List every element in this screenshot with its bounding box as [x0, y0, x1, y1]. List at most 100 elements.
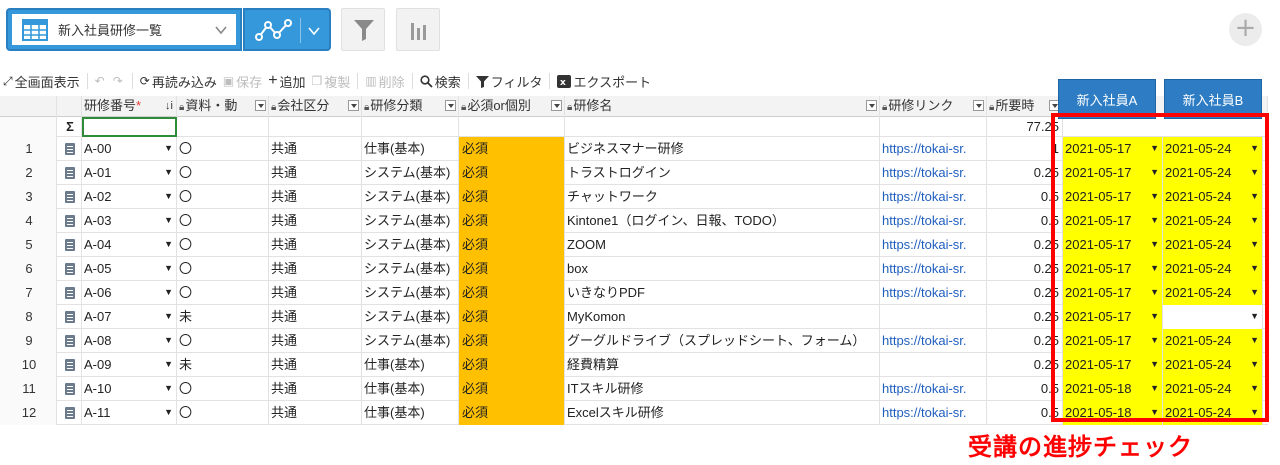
document-icon[interactable]: [65, 407, 75, 419]
cell-name[interactable]: box: [565, 257, 880, 281]
cell-name[interactable]: チャットワーク: [565, 185, 880, 209]
cell-id[interactable]: A-10 ▼: [82, 377, 177, 401]
cell-material[interactable]: 〇: [177, 281, 269, 305]
document-icon[interactable]: [65, 191, 75, 203]
view-selector[interactable]: 新入社員研修一覧: [6, 8, 242, 51]
cell-material[interactable]: 〇: [177, 233, 269, 257]
cell-link[interactable]: https://tokai-sr.: [880, 377, 987, 401]
search-button[interactable]: 検索: [417, 72, 464, 91]
cell-id[interactable]: A-09 ▼: [82, 353, 177, 377]
cell-id[interactable]: A-01 ▼: [82, 161, 177, 185]
cell-material[interactable]: 〇: [177, 209, 269, 233]
dropdown-arrow-icon[interactable]: ▼: [164, 161, 173, 184]
dropdown-arrow-icon[interactable]: ▼: [164, 401, 173, 424]
column-dropdown[interactable]: [348, 100, 359, 111]
cell-id[interactable]: A-08 ▼: [82, 329, 177, 353]
column-dropdown[interactable]: [445, 100, 456, 111]
document-icon[interactable]: [65, 359, 75, 371]
cell-name[interactable]: ビジネスマナー研修: [565, 137, 880, 161]
row-detail-cell[interactable]: [57, 137, 82, 161]
delete-button[interactable]: ▥ 削除: [362, 72, 407, 91]
cell-link[interactable]: https://tokai-sr.: [880, 329, 987, 353]
dropdown-arrow-icon[interactable]: ▼: [164, 137, 173, 160]
column-header-name[interactable]: 🔒︎研修名: [565, 96, 880, 117]
document-icon[interactable]: [65, 143, 75, 155]
graph-view-button[interactable]: [243, 8, 331, 51]
cell-link[interactable]: https://tokai-sr.: [880, 233, 987, 257]
column-header-id[interactable]: 研修番号* ↓i: [82, 96, 177, 117]
dropdown-arrow-icon[interactable]: ▼: [164, 209, 173, 232]
dropdown-arrow-icon[interactable]: ▼: [164, 185, 173, 208]
document-icon[interactable]: [65, 215, 75, 227]
export-button[interactable]: x エクスポート: [554, 72, 654, 91]
column-dropdown[interactable]: [866, 100, 877, 111]
cell-material[interactable]: 〇: [177, 185, 269, 209]
cell-link[interactable]: https://tokai-sr.: [880, 257, 987, 281]
document-icon[interactable]: [65, 239, 75, 251]
column-dropdown[interactable]: [551, 100, 562, 111]
cell-id[interactable]: A-05 ▼: [82, 257, 177, 281]
document-icon[interactable]: [65, 311, 75, 323]
chart-button[interactable]: [396, 8, 440, 51]
cell-id[interactable]: A-07 ▼: [82, 305, 177, 329]
cell-link[interactable]: https://tokai-sr.: [880, 281, 987, 305]
cell-name[interactable]: MyKomon: [565, 305, 880, 329]
document-icon[interactable]: [65, 383, 75, 395]
column-header-division[interactable]: 🔒︎会社区分: [269, 96, 362, 117]
plus-icon[interactable]: +: [1229, 13, 1262, 46]
column-header-link[interactable]: 🔒︎研修リンク: [880, 96, 987, 117]
fullscreen-button[interactable]: ⤢ 全画面表示: [0, 72, 83, 91]
dropdown-arrow-icon[interactable]: ▼: [164, 233, 173, 256]
cell-link[interactable]: [880, 305, 987, 329]
dropdown-arrow-icon[interactable]: ▼: [164, 329, 173, 352]
row-detail-cell[interactable]: [57, 281, 82, 305]
cell-name[interactable]: トラストログイン: [565, 161, 880, 185]
sort-icon[interactable]: ↓i: [165, 96, 173, 116]
cell-name[interactable]: 経費精算: [565, 353, 880, 377]
dropdown-arrow-icon[interactable]: ▼: [164, 257, 173, 280]
cell-link[interactable]: https://tokai-sr.: [880, 209, 987, 233]
cell-link[interactable]: https://tokai-sr.: [880, 161, 987, 185]
dropdown-arrow-icon[interactable]: ▼: [164, 377, 173, 400]
dropdown-arrow-icon[interactable]: ▼: [164, 305, 173, 328]
cell-id[interactable]: A-11 ▼: [82, 401, 177, 425]
cell-link[interactable]: [880, 353, 987, 377]
document-icon[interactable]: [65, 335, 75, 347]
cell-id[interactable]: A-02 ▼: [82, 185, 177, 209]
reload-button[interactable]: ⟳ 再読み込み: [137, 72, 220, 91]
document-icon[interactable]: [65, 263, 75, 275]
filter-button[interactable]: [341, 8, 385, 51]
row-detail-cell[interactable]: [57, 257, 82, 281]
column-dropdown[interactable]: [973, 100, 984, 111]
document-icon[interactable]: [65, 167, 75, 179]
row-detail-cell[interactable]: [57, 185, 82, 209]
dropdown-arrow-icon[interactable]: ▼: [164, 353, 173, 376]
cell-material[interactable]: 〇: [177, 401, 269, 425]
cell-id[interactable]: A-04 ▼: [82, 233, 177, 257]
cell-id[interactable]: A-03 ▼: [82, 209, 177, 233]
column-dropdown[interactable]: [255, 100, 266, 111]
cell-id[interactable]: A-00 ▼: [82, 137, 177, 161]
redo-button[interactable]: ↷: [110, 74, 128, 88]
cell-material[interactable]: 未: [177, 305, 269, 329]
column-header-material[interactable]: 🔒︎資料・動: [177, 96, 269, 117]
duplicate-button[interactable]: ❐ 複製: [309, 72, 354, 91]
filter-toolbar-button[interactable]: フィルタ: [473, 72, 546, 91]
cell-id[interactable]: A-06 ▼: [82, 281, 177, 305]
cell-material[interactable]: 〇: [177, 377, 269, 401]
column-header-category[interactable]: 🔒︎研修分類: [362, 96, 459, 117]
cell-link[interactable]: https://tokai-sr.: [880, 137, 987, 161]
row-detail-cell[interactable]: [57, 329, 82, 353]
cell-link[interactable]: https://tokai-sr.: [880, 401, 987, 425]
active-cell[interactable]: [82, 117, 177, 137]
column-header-required[interactable]: 🔒︎必須or個別: [459, 96, 565, 117]
row-detail-cell[interactable]: [57, 209, 82, 233]
cell-link[interactable]: https://tokai-sr.: [880, 185, 987, 209]
undo-button[interactable]: ↶: [92, 74, 110, 88]
cell-name[interactable]: ITスキル研修: [565, 377, 880, 401]
cell-material[interactable]: 〇: [177, 137, 269, 161]
cell-material[interactable]: 〇: [177, 329, 269, 353]
cell-material[interactable]: 未: [177, 353, 269, 377]
save-button[interactable]: ▣ 保存: [220, 72, 265, 91]
row-detail-cell[interactable]: [57, 353, 82, 377]
